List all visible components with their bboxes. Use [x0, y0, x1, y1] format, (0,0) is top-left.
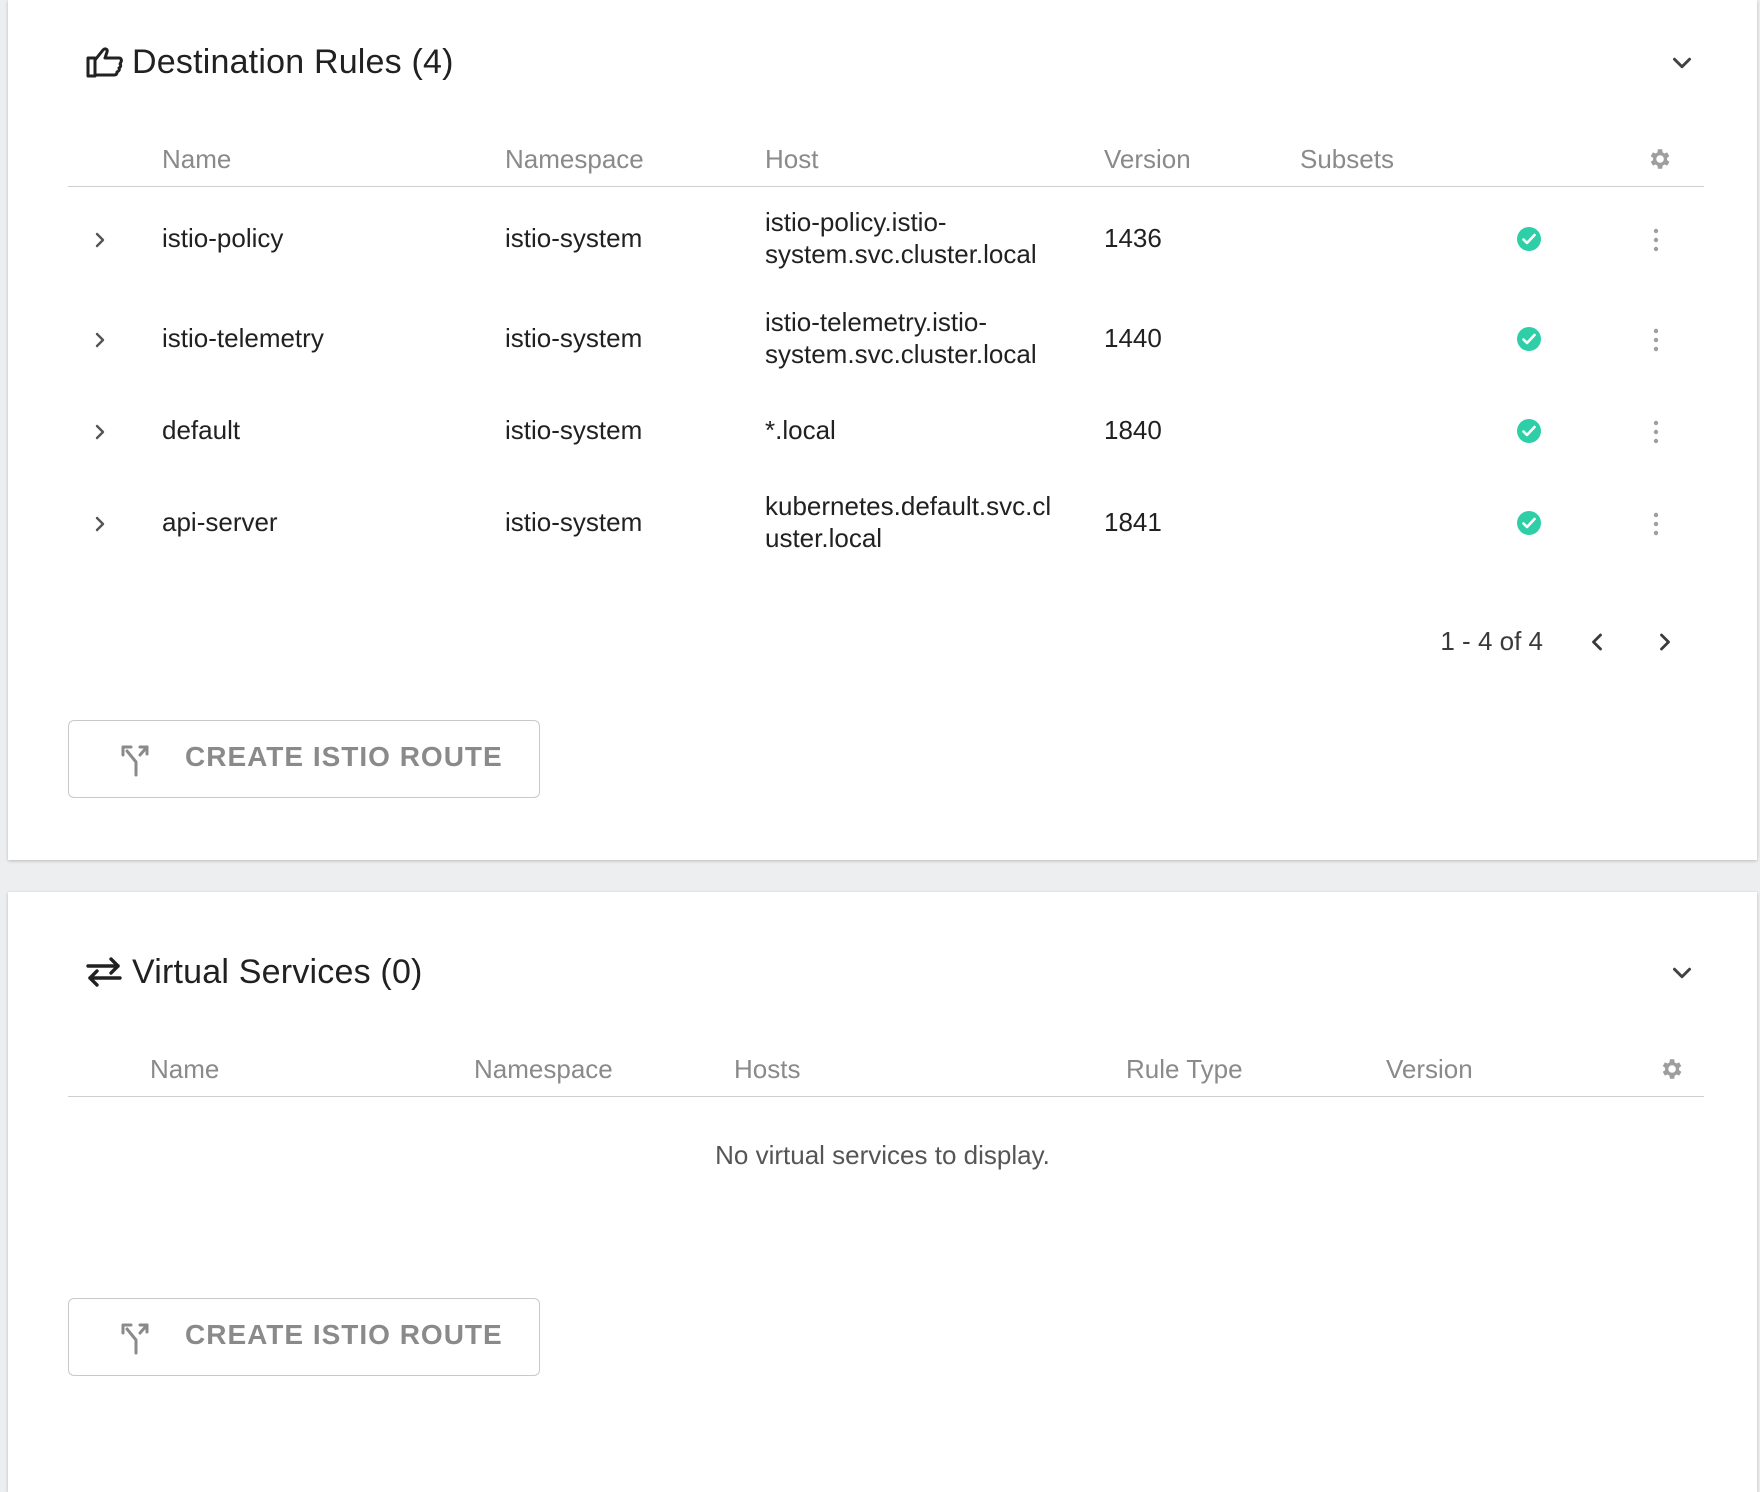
column-header-version[interactable]: Version: [1386, 1054, 1473, 1085]
create-istio-route-button[interactable]: CREATE ISTIO ROUTE: [68, 720, 540, 798]
column-header-rule-type[interactable]: Rule Type: [1126, 1054, 1243, 1085]
row-name[interactable]: istio-telemetry: [162, 322, 324, 354]
column-header-namespace[interactable]: Namespace: [505, 144, 644, 175]
virtual-services-card: Virtual Services (0) Name Namespace Host…: [8, 892, 1757, 1492]
row-name[interactable]: default: [162, 414, 240, 446]
chevron-right-icon[interactable]: [88, 328, 112, 352]
chevron-right-icon[interactable]: [88, 228, 112, 252]
row-namespace: istio-system: [505, 415, 643, 445]
kebab-menu-icon[interactable]: [1651, 511, 1661, 537]
row-namespace: istio-system: [505, 223, 643, 253]
table-row[interactable]: istio-telemetry istio-system istio-telem…: [68, 300, 1704, 380]
row-version: 1840: [1104, 415, 1162, 445]
row-host: kubernetes.default.svc.cl uster.local: [765, 491, 1052, 553]
table-row[interactable]: istio-policy istio-system istio-policy.i…: [68, 200, 1704, 280]
row-namespace: istio-system: [505, 323, 643, 353]
create-istio-route-button[interactable]: CREATE ISTIO ROUTE: [68, 1298, 540, 1376]
check-circle-icon: [1517, 511, 1541, 535]
row-host: istio-telemetry.istio-system.svc.cluster…: [765, 307, 1037, 369]
chevron-right-icon[interactable]: [1651, 628, 1679, 656]
row-version: 1841: [1104, 507, 1162, 537]
chevron-down-icon[interactable]: [1667, 958, 1697, 988]
column-header-name[interactable]: Name: [150, 1054, 219, 1085]
column-header-host[interactable]: Host: [765, 144, 818, 175]
empty-state-message: No virtual services to display.: [715, 1140, 1050, 1170]
gear-icon[interactable]: [1658, 1056, 1684, 1082]
column-header-subsets[interactable]: Subsets: [1300, 144, 1394, 175]
swap-arrows-icon: [86, 957, 122, 987]
pagination-range: 1 - 4 of 4: [1440, 626, 1543, 656]
row-name[interactable]: istio-policy: [162, 222, 283, 254]
chevron-left-icon[interactable]: [1583, 628, 1611, 656]
create-istio-route-label: CREATE ISTIO ROUTE: [185, 1319, 503, 1350]
column-header-version[interactable]: Version: [1104, 144, 1191, 175]
gear-icon[interactable]: [1646, 146, 1672, 172]
route-split-icon: [121, 1323, 149, 1355]
destination-rules-table-header: Name Namespace Host Version Subsets: [68, 128, 1704, 187]
virtual-services-header: Virtual Services (0): [76, 950, 1757, 994]
row-host: *.local: [765, 415, 836, 445]
thumbs-up-pointing-icon: [86, 47, 123, 78]
virtual-services-title: Virtual Services (0): [132, 953, 423, 991]
destination-rules-header: Destination Rules (4): [76, 40, 1757, 84]
row-version: 1436: [1104, 223, 1162, 253]
table-row[interactable]: default istio-system *.local 1840: [68, 400, 1704, 462]
check-circle-icon: [1517, 327, 1541, 351]
virtual-services-table-header: Name Namespace Hosts Rule Type Version: [68, 1038, 1704, 1097]
check-circle-icon: [1517, 227, 1541, 251]
kebab-menu-icon[interactable]: [1651, 419, 1661, 445]
column-header-namespace[interactable]: Namespace: [474, 1054, 613, 1085]
row-name[interactable]: api-server: [162, 506, 278, 538]
kebab-menu-icon[interactable]: [1651, 327, 1661, 353]
destination-rules-card: Destination Rules (4) Name Namespace Hos…: [8, 0, 1757, 860]
chevron-right-icon[interactable]: [88, 420, 112, 444]
pagination: 1 - 4 of 4: [1391, 622, 1691, 662]
check-circle-icon: [1517, 419, 1541, 443]
destination-rules-title: Destination Rules (4): [132, 43, 454, 81]
row-namespace: istio-system: [505, 507, 643, 537]
chevron-right-icon[interactable]: [88, 512, 112, 536]
column-header-hosts[interactable]: Hosts: [734, 1054, 800, 1085]
chevron-down-icon[interactable]: [1667, 48, 1697, 78]
route-split-icon: [121, 745, 149, 777]
table-row[interactable]: api-server istio-system kubernetes.defau…: [68, 484, 1704, 564]
kebab-menu-icon[interactable]: [1651, 227, 1661, 253]
row-host: istio-policy.istio-system.svc.cluster.lo…: [765, 207, 1037, 269]
column-header-name[interactable]: Name: [162, 144, 231, 175]
create-istio-route-label: CREATE ISTIO ROUTE: [185, 741, 503, 772]
row-version: 1440: [1104, 323, 1162, 353]
